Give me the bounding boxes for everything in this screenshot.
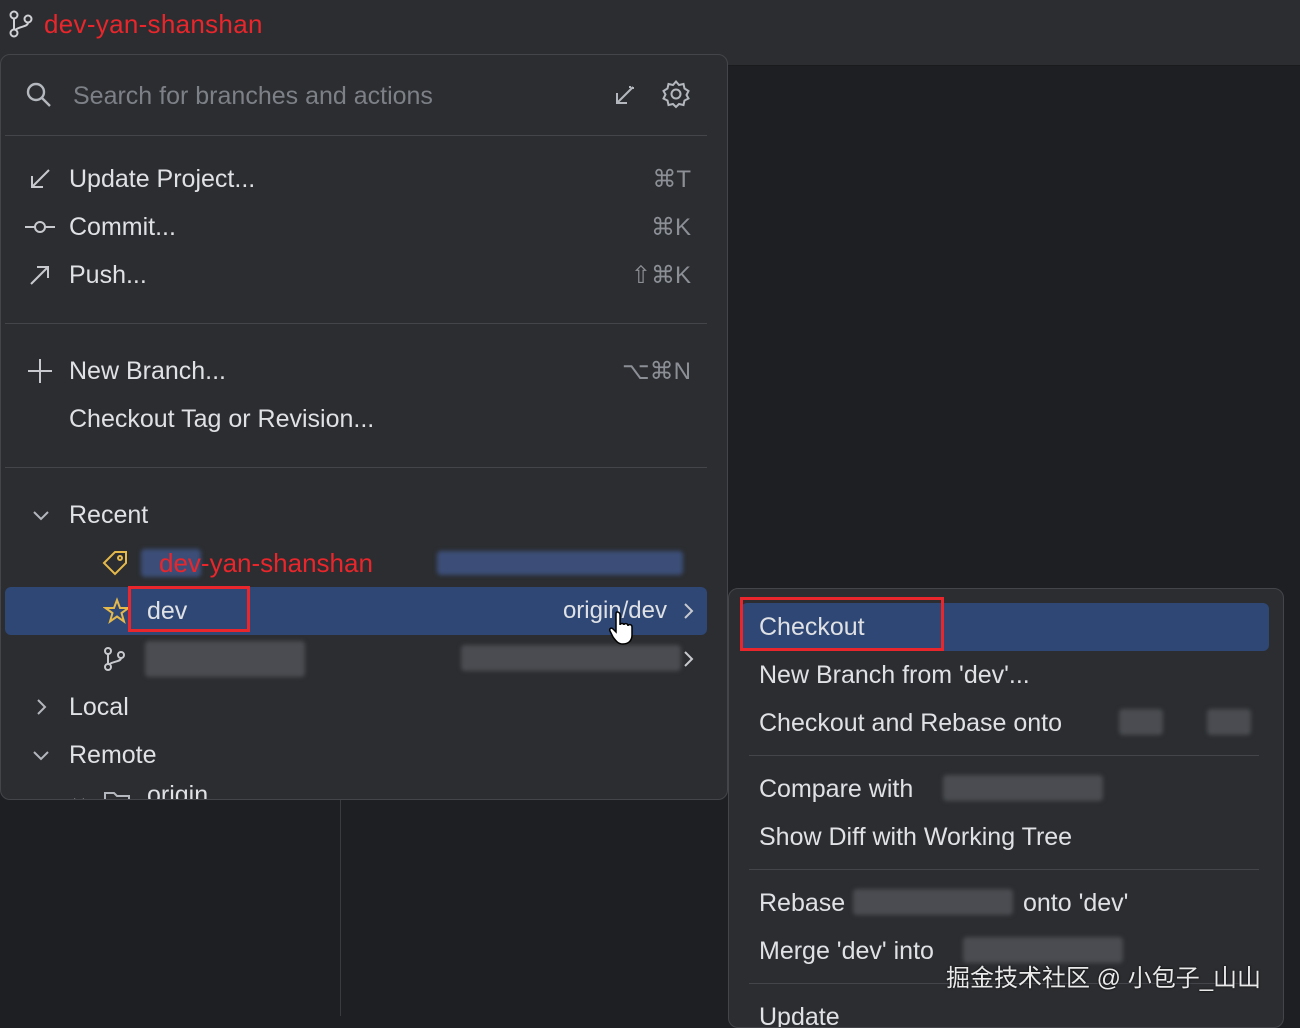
update-arrow-icon <box>25 164 55 194</box>
separator <box>749 755 1259 756</box>
redacted-region <box>461 645 681 671</box>
submenu-checkout-rebase[interactable]: Checkout and Rebase onto <box>741 699 1269 747</box>
chevron-right-icon[interactable] <box>677 600 699 622</box>
submenu-rebase[interactable]: Rebase onto 'dev' <box>741 879 1269 927</box>
recent-branch-item-selected[interactable]: dev origin/dev <box>5 587 707 635</box>
action-new-branch[interactable]: New Branch... ⌥⌘N <box>5 347 707 395</box>
action-label: Checkout Tag or Revision... <box>69 405 374 434</box>
submenu-label: onto 'dev' <box>1023 889 1128 918</box>
submenu-compare-with[interactable]: Compare with <box>741 765 1269 813</box>
chevron-right-icon[interactable] <box>677 648 699 670</box>
star-icon <box>103 597 131 625</box>
submenu-label: New Branch from 'dev'... <box>759 661 1030 690</box>
submenu-update[interactable]: Update <box>741 993 1269 1028</box>
tree-group-remote[interactable]: Remote <box>5 731 707 779</box>
redacted-region <box>145 641 305 677</box>
branch-icon <box>101 645 129 673</box>
separator <box>5 467 707 468</box>
chevron-down-icon <box>71 793 87 800</box>
action-label: Push... <box>69 261 147 290</box>
separator <box>5 135 707 136</box>
submenu-label: Show Diff with Working Tree <box>759 823 1072 852</box>
search-icon <box>25 81 53 109</box>
annotation-highlight-box <box>740 597 944 651</box>
action-checkout-tag[interactable]: Checkout Tag or Revision... <box>5 395 707 443</box>
plus-icon <box>25 356 55 386</box>
collapse-icon[interactable] <box>609 81 639 111</box>
chevron-right-icon <box>29 695 53 719</box>
group-label: Remote <box>69 741 157 770</box>
group-label: Recent <box>69 501 148 530</box>
action-commit[interactable]: Commit... ⌘K <box>5 203 707 251</box>
recent-branch-item[interactable]: dev-yan-shanshan <box>5 539 707 587</box>
shortcut-label: ⌘K <box>651 213 691 242</box>
branches-popup: Update Project... ⌘T Commit... ⌘K Push..… <box>0 54 728 800</box>
submenu-show-diff[interactable]: Show Diff with Working Tree <box>741 813 1269 861</box>
current-branch-label: dev-yan-shanshan <box>44 9 263 40</box>
redacted-region <box>1119 709 1163 735</box>
hand-cursor-icon <box>608 610 638 646</box>
git-branch-icon <box>8 9 34 39</box>
watermark-text: 掘金技术社区 @ 小包子_山山 <box>946 958 1261 993</box>
shortcut-label: ⇧⌘K <box>631 261 691 290</box>
vcs-branch-widget[interactable]: dev-yan-shanshan <box>8 4 263 44</box>
chevron-down-icon <box>29 743 53 767</box>
folder-icon <box>103 789 131 800</box>
panel-divider <box>340 800 341 1016</box>
separator <box>5 323 707 324</box>
tree-group-recent[interactable]: Recent <box>5 491 707 539</box>
action-label: New Branch... <box>69 357 226 386</box>
search-input[interactable] <box>71 75 575 117</box>
action-update-project[interactable]: Update Project... ⌘T <box>5 155 707 203</box>
submenu-label: Checkout and Rebase onto <box>759 709 1062 738</box>
redacted-region <box>1207 709 1251 735</box>
shortcut-label: ⌥⌘N <box>622 357 691 386</box>
group-label: Local <box>69 693 129 722</box>
commit-icon <box>25 212 55 242</box>
redacted-region <box>853 889 1013 915</box>
gear-icon[interactable] <box>661 79 691 109</box>
submenu-label: Compare with <box>759 775 913 804</box>
action-label: Update Project... <box>69 165 255 194</box>
annotation-highlight-box <box>128 586 250 632</box>
submenu-label: Rebase <box>759 889 845 918</box>
submenu-new-branch-from[interactable]: New Branch from 'dev'... <box>741 651 1269 699</box>
separator <box>749 869 1259 870</box>
submenu-label: Update <box>759 1003 840 1028</box>
action-push[interactable]: Push... ⇧⌘K <box>5 251 707 299</box>
recent-branch-item[interactable] <box>5 635 707 683</box>
branch-label: dev-yan-shanshan <box>159 548 373 579</box>
tag-icon <box>101 549 129 577</box>
redacted-region <box>437 551 683 575</box>
search-bar <box>1 55 727 135</box>
chevron-down-icon <box>29 503 53 527</box>
tree-group-local[interactable]: Local <box>5 683 707 731</box>
action-label: Commit... <box>69 213 176 242</box>
submenu-label: Merge 'dev' into <box>759 937 934 966</box>
redacted-region <box>943 775 1103 801</box>
shortcut-label: ⌘T <box>652 165 691 194</box>
tree-item-origin[interactable]: origin <box>5 779 707 800</box>
folder-label: origin <box>147 781 208 800</box>
push-arrow-icon <box>25 260 55 290</box>
